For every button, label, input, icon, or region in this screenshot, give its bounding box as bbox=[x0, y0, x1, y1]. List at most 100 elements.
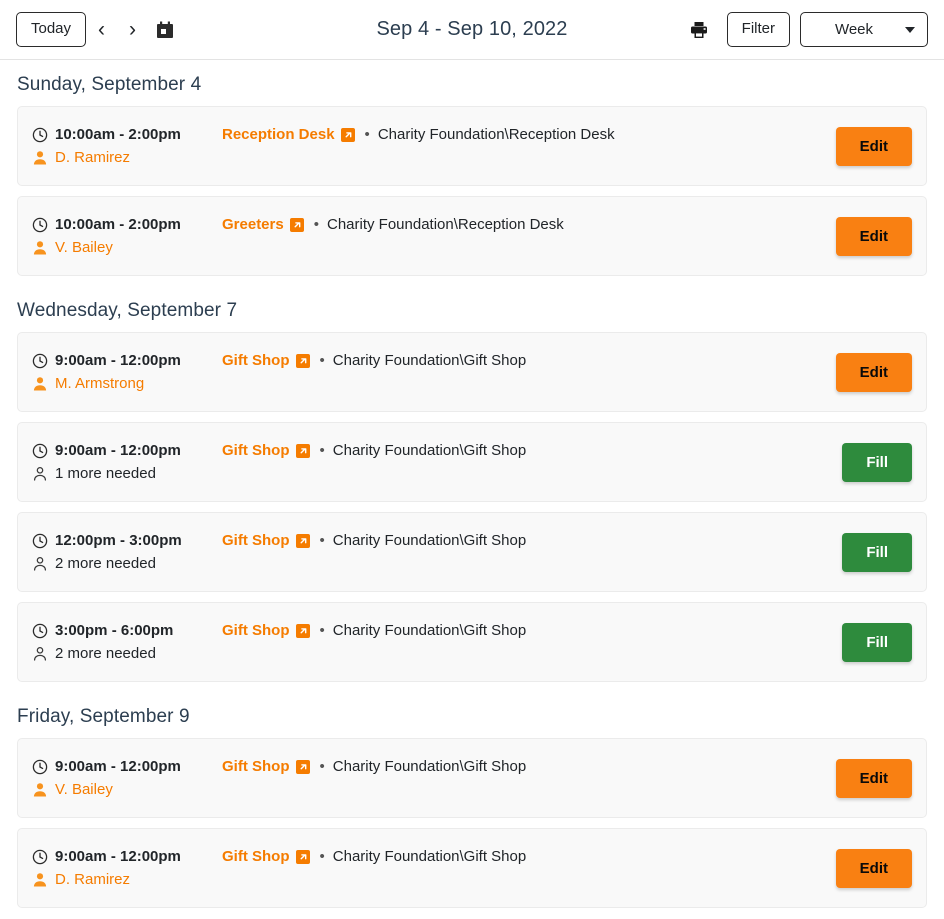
print-icon bbox=[689, 20, 709, 40]
event-edit-button[interactable]: Edit bbox=[836, 759, 912, 798]
event-time: 10:00am - 2:00pm bbox=[32, 126, 222, 143]
event-row[interactable]: 12:00pm - 3:00pmGift Shop•Charity Founda… bbox=[17, 512, 927, 592]
person-outline-icon bbox=[32, 556, 48, 572]
clock-icon bbox=[32, 217, 48, 233]
event-time-label: 10:00am - 2:00pm bbox=[55, 126, 181, 143]
external-link-icon[interactable] bbox=[341, 128, 355, 142]
event-assignee: V. Bailey bbox=[55, 781, 113, 798]
event-location: Charity Foundation\Gift Shop bbox=[333, 758, 526, 775]
event-location: Charity Foundation\Gift Shop bbox=[333, 848, 526, 865]
view-select-label: Week bbox=[813, 21, 895, 38]
event-task-link[interactable]: Gift Shop bbox=[222, 758, 290, 775]
agenda-list: Sunday, September 410:00am - 2:00pmRecep… bbox=[0, 60, 944, 908]
separator-dot: • bbox=[320, 848, 325, 865]
filter-button[interactable]: Filter bbox=[727, 12, 790, 47]
event-assignee: 2 more needed bbox=[55, 645, 156, 662]
event-row[interactable]: 3:00pm - 6:00pm Gift Shop • Charity Foundat… bbox=[17, 602, 927, 682]
event-task-link[interactable]: Gift Shop bbox=[222, 622, 290, 639]
event-location: Charity Foundation\Gift Shop bbox=[333, 532, 526, 549]
event-row[interactable]: 10:00am - 2:00pm Reception Desk • Charity F… bbox=[17, 106, 927, 186]
event-assignee: V. Bailey bbox=[55, 239, 113, 256]
event-task-link[interactable]: Gift Shop bbox=[222, 848, 290, 865]
event-edit-button[interactable]: Edit bbox=[836, 353, 912, 392]
event-time-label: 9:00am - 12:00pm bbox=[55, 442, 181, 459]
event-secondary-line: 1 more needed bbox=[32, 465, 842, 482]
previous-period-button[interactable]: ‹ bbox=[86, 15, 117, 44]
external-link-icon[interactable] bbox=[296, 534, 310, 548]
external-link-icon[interactable] bbox=[296, 850, 310, 864]
separator-dot: • bbox=[314, 216, 319, 233]
event-details: 9:00am - 12:00pmGift Shop•Charity Founda… bbox=[32, 442, 842, 482]
event-task-link[interactable]: Reception Desk bbox=[222, 126, 335, 143]
event-time-label: 9:00am - 12:00pm bbox=[55, 352, 181, 369]
event-location: Charity Foundation\Gift Shop bbox=[333, 622, 526, 639]
event-time-label: 12:00pm - 3:00pm bbox=[55, 532, 182, 549]
event-task-link[interactable]: Greeters bbox=[222, 216, 284, 233]
external-link-icon[interactable] bbox=[296, 760, 310, 774]
event-location: Charity Foundation\Gift Shop bbox=[333, 442, 526, 459]
event-details: 10:00am - 2:00pmGreeters•Charity Foundat… bbox=[32, 216, 836, 256]
event-time: 9:00am - 12:00pm bbox=[32, 352, 222, 369]
event-location: Charity Foundation\Reception Desk bbox=[378, 126, 615, 143]
event-secondary-line: 2 more needed bbox=[32, 645, 842, 662]
clock-icon bbox=[32, 533, 48, 549]
external-link-icon[interactable] bbox=[296, 624, 310, 638]
calendar-icon bbox=[156, 21, 174, 39]
event-primary-line: 9:00am - 12:00pm Gift Shop • Charity Founda… bbox=[32, 848, 836, 865]
today-button[interactable]: Today bbox=[16, 12, 86, 47]
event-primary-line: 9:00am - 12:00pmGift Shop•Charity Founda… bbox=[32, 352, 836, 369]
event-row[interactable]: 10:00am - 2:00pmGreeters•Charity Foundat… bbox=[17, 196, 927, 276]
separator-dot: • bbox=[365, 126, 370, 143]
event-time-label: 3:00pm - 6:00pm bbox=[55, 622, 173, 639]
chevron-down-icon bbox=[905, 27, 915, 33]
calendar-picker-button[interactable] bbox=[148, 17, 182, 43]
clock-icon bbox=[32, 353, 48, 369]
next-period-button[interactable]: › bbox=[117, 15, 148, 44]
day-header: Wednesday, September 7 bbox=[17, 286, 927, 332]
event-fill-button[interactable]: Fill bbox=[842, 443, 912, 482]
clock-icon bbox=[32, 127, 48, 143]
external-link-icon[interactable] bbox=[296, 354, 310, 368]
event-details: 9:00am - 12:00pmGift Shop•Charity Founda… bbox=[32, 758, 836, 798]
event-task-link[interactable]: Gift Shop bbox=[222, 532, 290, 549]
event-details: 12:00pm - 3:00pmGift Shop•Charity Founda… bbox=[32, 532, 842, 572]
event-time: 9:00am - 12:00pm bbox=[32, 442, 222, 459]
print-button[interactable] bbox=[681, 16, 717, 44]
event-time: 9:00am - 12:00pm bbox=[32, 848, 222, 865]
event-edit-button[interactable]: Edit bbox=[836, 849, 912, 888]
event-row[interactable]: 9:00am - 12:00pmGift Shop•Charity Founda… bbox=[17, 332, 927, 412]
event-secondary-line: 2 more needed bbox=[32, 555, 842, 572]
toolbar-left-group: Today ‹ › bbox=[16, 12, 182, 47]
event-secondary-line: D. Ramirez bbox=[32, 871, 836, 888]
event-primary-line: 9:00am - 12:00pmGift Shop•Charity Founda… bbox=[32, 442, 842, 459]
clock-icon bbox=[32, 623, 48, 639]
event-row[interactable]: 9:00am - 12:00pmGift Shop•Charity Founda… bbox=[17, 422, 927, 502]
event-row[interactable]: 9:00am - 12:00pmGift Shop•Charity Founda… bbox=[17, 738, 927, 818]
event-edit-button[interactable]: Edit bbox=[836, 127, 912, 166]
event-fill-button[interactable]: Fill bbox=[842, 623, 912, 662]
event-secondary-line: V. Bailey bbox=[32, 239, 836, 256]
event-details: 3:00pm - 6:00pm Gift Shop • Charity Foundat… bbox=[32, 622, 842, 662]
external-link-icon[interactable] bbox=[296, 444, 310, 458]
person-filled-icon bbox=[32, 376, 48, 392]
event-row[interactable]: 9:00am - 12:00pm Gift Shop • Charity Founda… bbox=[17, 828, 927, 908]
view-select[interactable]: Week bbox=[800, 12, 928, 47]
event-assignee: 2 more needed bbox=[55, 555, 156, 572]
event-details: 9:00am - 12:00pmGift Shop•Charity Founda… bbox=[32, 352, 836, 392]
event-time-label: 9:00am - 12:00pm bbox=[55, 848, 181, 865]
event-secondary-line: V. Bailey bbox=[32, 781, 836, 798]
day-header: Friday, September 9 bbox=[17, 692, 927, 738]
event-assignee: D. Ramirez bbox=[55, 871, 130, 888]
event-edit-button[interactable]: Edit bbox=[836, 217, 912, 256]
event-secondary-line: D. Ramirez bbox=[32, 149, 836, 166]
event-task-link[interactable]: Gift Shop bbox=[222, 352, 290, 369]
separator-dot: • bbox=[320, 622, 325, 639]
event-location: Charity Foundation\Reception Desk bbox=[327, 216, 564, 233]
event-fill-button[interactable]: Fill bbox=[842, 533, 912, 572]
external-link-icon[interactable] bbox=[290, 218, 304, 232]
event-primary-line: 9:00am - 12:00pmGift Shop•Charity Founda… bbox=[32, 758, 836, 775]
event-details: 9:00am - 12:00pm Gift Shop • Charity Founda… bbox=[32, 848, 836, 888]
person-filled-icon bbox=[32, 150, 48, 166]
clock-icon bbox=[32, 443, 48, 459]
event-task-link[interactable]: Gift Shop bbox=[222, 442, 290, 459]
